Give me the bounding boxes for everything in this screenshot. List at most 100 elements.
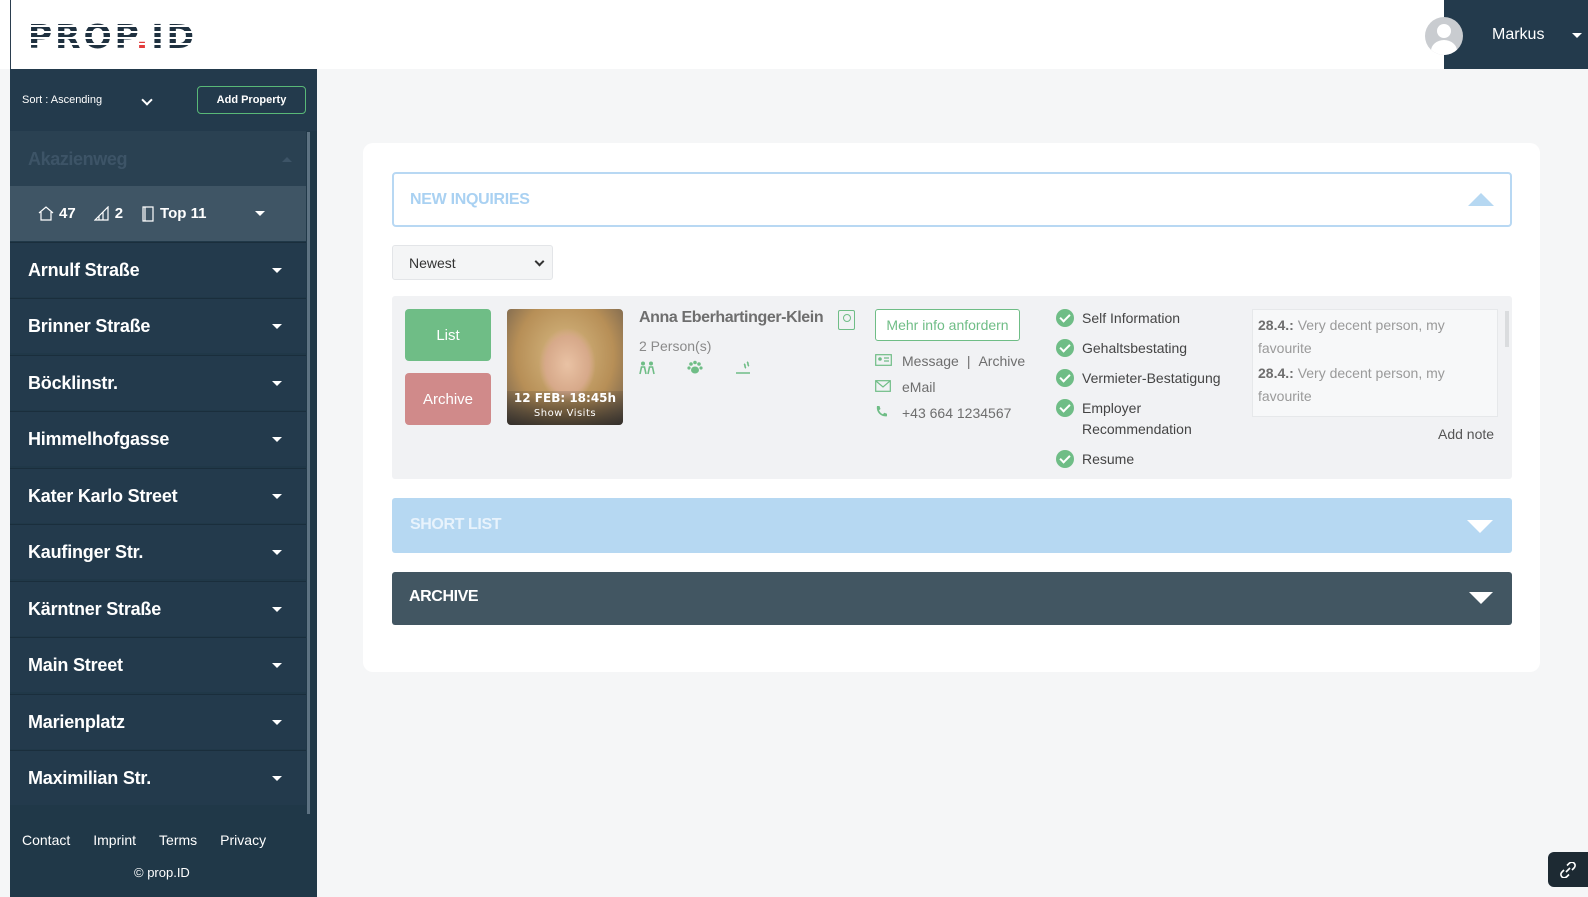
- inquiry-card: List Archive 12 FEB: 18:45h Show Visits …: [392, 296, 1512, 479]
- inquiries-panel: NEW INQUIRIES Newest List Archive 12 FEB…: [363, 143, 1540, 672]
- property-item[interactable]: Marienplatz: [10, 694, 306, 749]
- logo[interactable]: PROP.ID: [28, 17, 236, 56]
- property-item[interactable]: Main Street: [10, 637, 306, 692]
- applicant-photo[interactable]: 12 FEB: 18:45h Show Visits: [507, 309, 623, 425]
- message-row: Message | Archive: [875, 353, 1025, 369]
- units-stat: 47: [38, 205, 76, 222]
- envelope-icon: [875, 379, 892, 395]
- archive-button[interactable]: Archive: [405, 373, 491, 425]
- message-link[interactable]: Message: [902, 353, 959, 369]
- document-item[interactable]: Gehaltsbestating: [1056, 338, 1221, 359]
- caret-down-icon: [272, 494, 282, 499]
- floors-stat: 2: [93, 205, 123, 222]
- check-icon: [1056, 369, 1074, 387]
- note-item: 28.4.: Very decent person, my favourite: [1258, 317, 1445, 356]
- inquiry-sort-select[interactable]: Newest: [392, 245, 553, 280]
- add-note-link[interactable]: Add note: [1438, 426, 1494, 442]
- smoking-icon: [735, 360, 751, 378]
- property-name: Akazienweg: [28, 149, 128, 169]
- chevron-down-icon: [534, 256, 545, 267]
- note-item: 28.4.: Very decent person, my favourite: [1258, 365, 1445, 404]
- email-link[interactable]: eMail: [902, 379, 935, 395]
- house-icon: [38, 206, 54, 221]
- caret-up-icon: [282, 157, 292, 162]
- phone-number[interactable]: +43 664 1234567: [902, 405, 1011, 421]
- top-header: PROP.ID Markus: [0, 0, 1588, 69]
- caret-down-icon: [272, 437, 282, 442]
- check-icon: [1056, 309, 1074, 327]
- caret-down-icon: [272, 776, 282, 781]
- terms-link[interactable]: Terms: [159, 832, 197, 848]
- sidebar-scrollbar[interactable]: [307, 132, 310, 814]
- short-list-header[interactable]: SHORT LIST: [392, 498, 1512, 553]
- property-item[interactable]: Kaufinger Str.: [10, 524, 306, 579]
- show-visits-link[interactable]: Show Visits: [507, 408, 623, 419]
- email-row: eMail: [875, 379, 935, 395]
- documents-list: Self Information Gehaltsbestating Vermie…: [1056, 308, 1221, 479]
- request-info-button[interactable]: Mehr info anfordern: [875, 309, 1020, 341]
- caret-down-icon[interactable]: [255, 211, 265, 216]
- property-item[interactable]: Kärntner Straße: [10, 581, 306, 636]
- property-item[interactable]: Kater Karlo Street: [10, 468, 306, 523]
- caret-down-icon: [272, 550, 282, 555]
- persons-count: 2 Person(s): [639, 338, 712, 354]
- caret-down-icon: [1572, 33, 1582, 38]
- avatar-body: [1431, 40, 1457, 55]
- add-property-button[interactable]: Add Property: [197, 86, 306, 114]
- separator: |: [966, 353, 971, 369]
- expand-icon[interactable]: [1469, 592, 1493, 604]
- contact-link[interactable]: Contact: [22, 832, 70, 848]
- document-item[interactable]: Vermieter-Bestatigung: [1056, 368, 1221, 389]
- archive-header[interactable]: ARCHIVE: [392, 572, 1512, 625]
- notes-box: 28.4.: Very decent person, my favourite …: [1252, 309, 1498, 417]
- logo-text: PROP.ID: [28, 17, 197, 56]
- section-title: NEW INQUIRIES: [410, 191, 530, 208]
- document-item[interactable]: Resume: [1056, 449, 1221, 470]
- property-item[interactable]: Maximilian Str.: [10, 750, 306, 805]
- chevron-down-icon[interactable]: [141, 94, 153, 106]
- door-icon: [142, 205, 154, 222]
- notes-scrollbar[interactable]: [1505, 311, 1509, 347]
- header-divider: [10, 0, 11, 69]
- section-title: ARCHIVE: [409, 588, 479, 605]
- document-item[interactable]: Self Information: [1056, 308, 1221, 329]
- expand-icon[interactable]: [1467, 520, 1493, 533]
- section-title: SHORT LIST: [410, 516, 502, 533]
- caret-down-icon: [272, 324, 282, 329]
- property-item[interactable]: Arnulf Straße: [10, 242, 306, 297]
- caret-down-icon: [272, 607, 282, 612]
- list-button[interactable]: List: [405, 309, 491, 361]
- property-item[interactable]: Böcklinstr.: [10, 355, 306, 410]
- caret-down-icon: [272, 268, 282, 273]
- archive-link[interactable]: Archive: [978, 353, 1025, 369]
- privacy-link[interactable]: Privacy: [220, 832, 266, 848]
- user-name: Markus: [1492, 25, 1545, 43]
- id-card-icon: [875, 353, 892, 369]
- check-icon: [1056, 450, 1074, 468]
- caret-down-icon: [272, 381, 282, 386]
- user-menu-button[interactable]: Markus: [1444, 0, 1588, 69]
- phone-icon: [875, 405, 892, 421]
- caret-down-icon: [272, 720, 282, 725]
- visit-date: 12 FEB: 18:45h: [513, 391, 617, 405]
- new-inquiries-header[interactable]: NEW INQUIRIES: [392, 172, 1512, 227]
- sort-dropdown[interactable]: Sort : Ascending: [22, 94, 102, 106]
- property-item[interactable]: Brinner Straße: [10, 298, 306, 353]
- collapse-icon[interactable]: [1468, 193, 1494, 206]
- property-stats: 47 2 Top 11: [10, 186, 306, 241]
- imprint-link[interactable]: Imprint: [93, 832, 136, 848]
- id-card-icon[interactable]: [838, 310, 855, 330]
- link-icon[interactable]: [1548, 852, 1588, 887]
- document-item[interactable]: Employer Recommendation: [1056, 398, 1216, 440]
- avatar[interactable]: [1425, 17, 1463, 55]
- check-icon: [1056, 399, 1074, 417]
- avatar-head: [1437, 24, 1451, 38]
- sort-bar: Sort : Ascending Add Property: [10, 69, 317, 131]
- family-icon: [639, 361, 655, 378]
- caret-down-icon: [272, 663, 282, 668]
- top-stat: Top 11: [141, 205, 206, 222]
- sidebar: Sort : Ascending Add Property Akazienweg…: [10, 69, 317, 897]
- check-icon: [1056, 339, 1074, 357]
- property-item-active[interactable]: Akazienweg: [10, 131, 306, 186]
- property-item[interactable]: Himmelhofgasse: [10, 411, 306, 466]
